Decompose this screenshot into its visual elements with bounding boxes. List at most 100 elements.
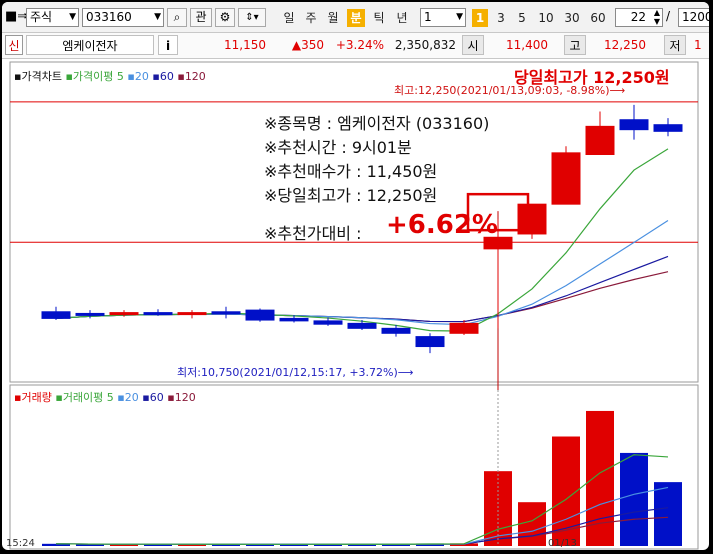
candle-body bbox=[41, 311, 71, 319]
high-annotation: 최고:12,250(2021/01/13,09:03, -8.98%)⟶ bbox=[394, 84, 626, 97]
info-recommend-price: ※추천매수가 : 11,450원 bbox=[264, 162, 438, 181]
info-ratio-label: ※추천가대비 : bbox=[264, 224, 362, 243]
candle-body bbox=[211, 311, 241, 315]
search-button[interactable]: ⌕ bbox=[167, 8, 187, 27]
period-label: 틱 bbox=[373, 11, 385, 25]
low-annotation: 최저:10,750(2021/01/12,15:17, +3.72%)⟶ bbox=[177, 366, 414, 379]
low-label: 저 bbox=[664, 35, 686, 55]
candle-body bbox=[75, 312, 105, 316]
period-label: 일 bbox=[283, 11, 295, 25]
candle-body bbox=[245, 309, 275, 321]
stock-name: 엠케이전자 bbox=[26, 35, 154, 55]
interval-60[interactable]: 60 bbox=[587, 9, 609, 27]
interval-1[interactable]: 1 bbox=[472, 9, 488, 27]
market-value: 주식 bbox=[30, 10, 53, 24]
legend-ma60[interactable]: ▪60 bbox=[152, 70, 173, 83]
legend-vma120[interactable]: ▪120 bbox=[167, 391, 195, 404]
legend-ma20[interactable]: ▪20 bbox=[127, 70, 148, 83]
change-percent: +3.24% bbox=[335, 38, 384, 52]
candle-body bbox=[313, 320, 343, 325]
x-label-left: 15:24 bbox=[6, 538, 35, 549]
high-price: 12,250 bbox=[604, 38, 646, 52]
settings-button[interactable]: ⚙ bbox=[215, 8, 235, 27]
legend-ma120[interactable]: ▪120 bbox=[177, 70, 205, 83]
chart-window: ■⇒ 주식 ▼ 033160 ▼ ⌕ 관 ⚙ ⇕▾ 일 주 월 분 틱 년 1 … bbox=[2, 2, 709, 550]
count-stepper[interactable]: 22 ▲ ▼ bbox=[615, 8, 663, 27]
candle-body bbox=[551, 152, 581, 205]
count-total-field[interactable]: 1200 bbox=[678, 8, 709, 27]
low-price: 1 bbox=[694, 38, 702, 52]
period-minute[interactable]: 분 bbox=[347, 9, 365, 27]
legend-ma5[interactable]: 5 bbox=[117, 70, 124, 83]
legend-volume[interactable]: ▪거래량 bbox=[14, 391, 52, 404]
legend-ma-text: 가격이평 bbox=[72, 70, 114, 83]
interval-select[interactable]: 1 ▼ bbox=[420, 8, 466, 27]
candle-body bbox=[585, 125, 615, 155]
interval-3[interactable]: 3 bbox=[493, 9, 509, 27]
period-month[interactable]: 월 bbox=[324, 9, 342, 27]
legend-price[interactable]: ▪가격차트 bbox=[14, 70, 62, 83]
candle-body bbox=[279, 317, 309, 322]
info-button[interactable]: i bbox=[158, 35, 178, 55]
count-value: 22 bbox=[630, 10, 646, 24]
info-icon: i bbox=[165, 39, 171, 53]
legend-vma5[interactable]: 5 bbox=[107, 391, 114, 404]
legend-vma-label[interactable]: ▪거래이평 bbox=[55, 391, 103, 404]
legend-ma-label[interactable]: ▪가격이평 bbox=[65, 70, 113, 83]
badge-label: 신 bbox=[8, 39, 20, 53]
code-value: 033160 bbox=[86, 10, 132, 24]
scroll-stepper[interactable]: ⇕▾ bbox=[238, 8, 266, 27]
candle-body bbox=[109, 312, 139, 316]
interval-10[interactable]: 10 bbox=[535, 9, 557, 27]
interval-30[interactable]: 30 bbox=[561, 9, 583, 27]
interval-5[interactable]: 5 bbox=[514, 9, 530, 27]
period-tick[interactable]: 틱 bbox=[370, 9, 388, 27]
period-week[interactable]: 주 bbox=[302, 9, 320, 27]
gear-icon: ⚙ bbox=[219, 10, 231, 24]
chevron-down-icon: ▼ bbox=[456, 12, 463, 22]
watch-button[interactable]: 관 bbox=[190, 8, 212, 27]
quote-bar: 신 엠케이전자 i 11,150 ▲350 +3.24% 2,350,832 시… bbox=[2, 33, 709, 59]
spin-icon: ▲ ▼ bbox=[653, 8, 660, 26]
period-year[interactable]: 년 bbox=[393, 9, 411, 27]
interval-label: 10 bbox=[538, 11, 554, 25]
high-label-text: 고 bbox=[569, 39, 581, 53]
interval-label: 5 bbox=[518, 11, 526, 25]
code-input[interactable]: 033160 ▼ bbox=[82, 8, 164, 27]
volume-legend: ▪거래량 ▪거래이평 5 ▪20 ▪60 ▪120 bbox=[14, 389, 196, 405]
chevron-down-icon: ▼ bbox=[69, 12, 76, 22]
period-label: 월 bbox=[327, 11, 339, 25]
stock-name-label: 엠케이전자 bbox=[62, 39, 118, 53]
period-day[interactable]: 일 bbox=[280, 9, 298, 27]
open-label: 시 bbox=[462, 35, 484, 55]
candle-body bbox=[143, 312, 173, 316]
candle-body bbox=[347, 322, 377, 329]
chevron-down-icon: ▼ bbox=[154, 12, 161, 22]
x-label-date: 01/13 bbox=[548, 538, 577, 549]
period-label: 주 bbox=[305, 11, 317, 25]
interval-value: 1 bbox=[424, 10, 432, 24]
slash: / bbox=[666, 9, 671, 23]
interval-label: 60 bbox=[590, 11, 606, 25]
search-icon: ⌕ bbox=[173, 10, 181, 24]
watch-label: 관 bbox=[195, 10, 207, 24]
legend-volume-label: 거래량 bbox=[21, 391, 52, 404]
new-badge: 신 bbox=[5, 35, 23, 55]
updown-icon: ⇕▾ bbox=[245, 12, 259, 23]
legend-vma60[interactable]: ▪60 bbox=[142, 391, 163, 404]
legend-vma20[interactable]: ▪20 bbox=[117, 391, 138, 404]
market-select[interactable]: 주식 ▼ bbox=[26, 8, 79, 27]
candle-body bbox=[177, 312, 207, 316]
link-icon[interactable]: ■⇒ bbox=[5, 8, 28, 27]
legend-ma20-text: 20 bbox=[134, 70, 149, 83]
volume-bar bbox=[518, 502, 546, 546]
high-label: 고 bbox=[564, 35, 586, 55]
info-ratio-value: +6.62% bbox=[386, 210, 498, 240]
legend-vma120-text: 120 bbox=[174, 391, 196, 404]
low-label-text: 저 bbox=[669, 39, 681, 53]
toolbar: ■⇒ 주식 ▼ 033160 ▼ ⌕ 관 ⚙ ⇕▾ 일 주 월 분 틱 년 1 … bbox=[2, 2, 709, 33]
legend-vma60-text: 60 bbox=[149, 391, 164, 404]
candle-body bbox=[619, 119, 649, 131]
candle-body bbox=[381, 327, 411, 334]
info-recommend-time: ※추천시간 : 9시01분 bbox=[264, 138, 412, 157]
